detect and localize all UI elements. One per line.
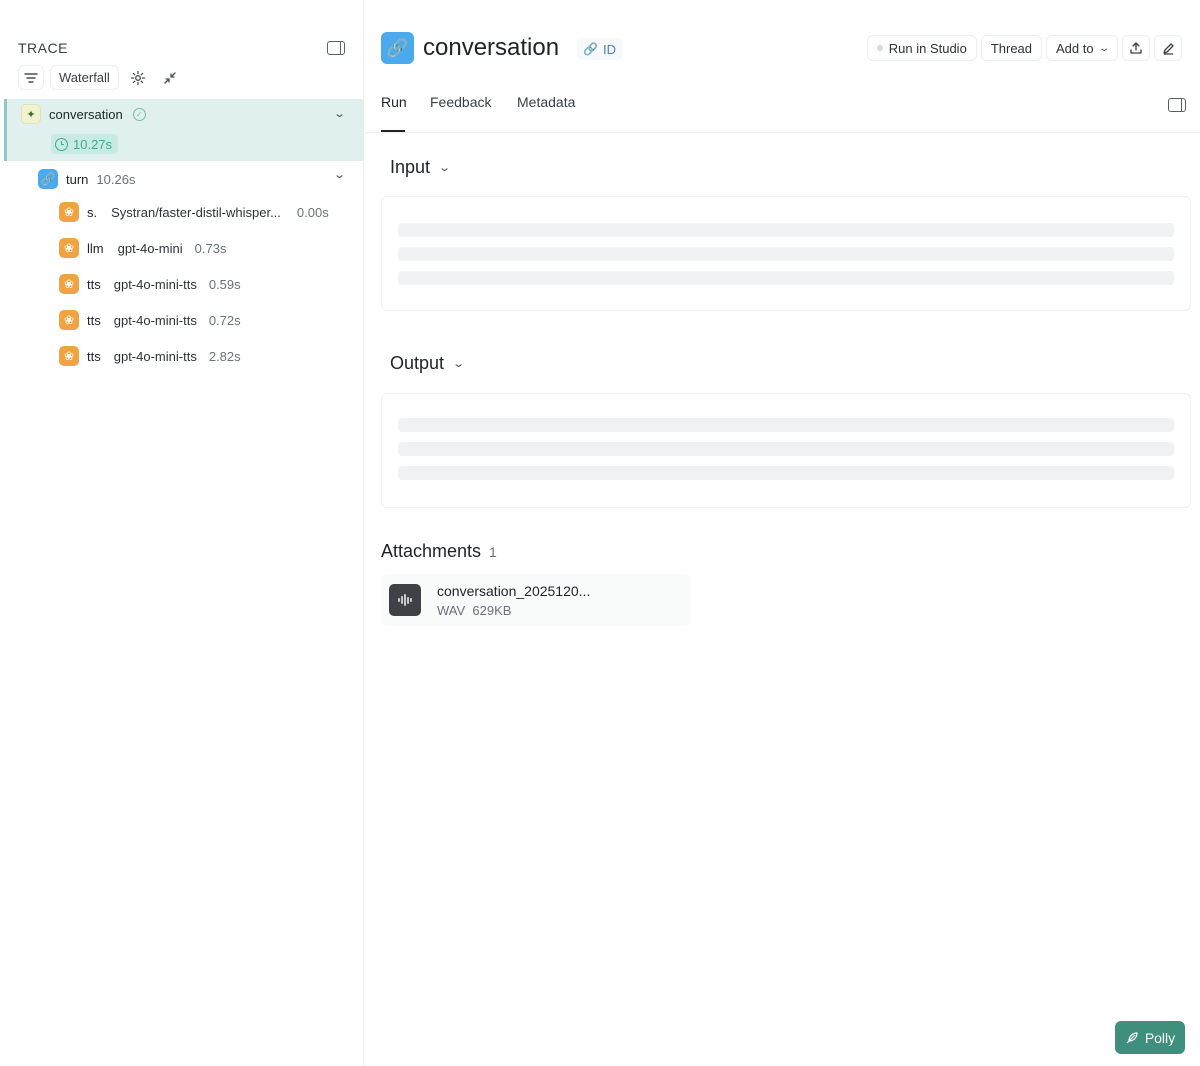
tree-node-child[interactable]: ❀ s. Systran/faster-distil-whisper... 0.… [4,201,364,223]
skeleton-line [398,223,1174,237]
toggle-sidebar-icon[interactable] [1168,98,1186,112]
chain-link-icon: 🔗 [381,32,414,64]
tree-node-latency: 2.82s [208,348,241,364]
output-heading: Output [390,353,445,373]
copy-id-button[interactable]: 🔗 ID [577,38,622,60]
skeleton-line [398,271,1174,285]
header-actions: Run in Studio Thread Add to ⌄ [866,35,1182,61]
chain-link-icon: 🔗 [38,169,58,189]
audio-waveform-icon [389,584,421,616]
model-run-icon: ❀ [59,346,79,366]
pencil-icon [1162,42,1174,55]
model-run-icon: ❀ [59,310,79,330]
clock-icon [55,137,68,151]
run-in-studio-button[interactable]: Run in Studio [866,35,977,61]
tree-node-type: llm [87,240,104,256]
input-loading-card [381,196,1191,311]
run-tabs: Run Feedback Metadata [365,84,1200,133]
trace-panel: TRACE Waterfall ✦ conversation ✓ ⌄ 10.27… [4,0,364,1066]
skeleton-line [398,418,1174,432]
skeleton-line [398,247,1174,261]
tab-metadata[interactable]: Metadata [517,94,575,110]
filter-button[interactable] [18,65,44,90]
run-title: conversation [423,34,560,61]
attachments-title: Attachments [381,541,482,561]
input-heading: Input [390,157,431,177]
tree-node-latency: 0.72s [208,312,241,328]
model-run-icon: ❀ [59,274,79,294]
chevron-down-icon[interactable]: ⌄ [333,107,346,120]
run-detail-panel: 🔗 conversation 🔗 ID Run in Studio Thread… [365,0,1200,1066]
tree-node-child[interactable]: ❀ tts gpt-4o-mini-tts 0.59s [4,273,364,295]
tree-node-child[interactable]: ❀ tts gpt-4o-mini-tts 2.82s [4,345,364,367]
trace-title: TRACE [18,40,68,56]
model-run-icon: ❀ [59,238,79,258]
tree-node-model: Systran/faster-distil-whisper... [111,204,281,220]
tree-node-latency: 10.26s [96,171,136,187]
add-to-label: Add to [1056,40,1094,56]
gear-icon [130,70,145,85]
chevron-down-icon: ⌄ [438,162,452,174]
tree-node-latency: 0.59s [208,276,241,292]
attachment-file-type: WAV [437,603,466,618]
tree-node-model: gpt-4o-mini-tts [113,348,197,364]
collapse-arrows-icon [164,71,176,84]
add-to-button[interactable]: Add to ⌄ [1046,35,1118,61]
attachment-file-size: 629KB [472,603,512,618]
tree-node-label: conversation [49,106,123,122]
share-button[interactable] [1122,35,1150,61]
root-run-icon: ✦ [21,104,41,124]
link-icon: 🔗 [583,42,598,56]
tab-feedback[interactable]: Feedback [430,94,491,110]
tab-run[interactable]: Run [381,94,407,110]
attachments-heading: Attachments 1 [381,541,497,562]
filter-icon [24,72,38,83]
tree-node-conversation[interactable]: ✦ conversation ✓ ⌄ 10.27s [4,99,364,161]
view-mode-button[interactable]: Waterfall [50,65,119,90]
attachments-count: 1 [489,544,497,560]
tree-node-child[interactable]: ❀ llm gpt-4o-mini 0.73s [4,237,364,259]
output-loading-card [381,393,1191,508]
latency-value: 10.27s [73,136,113,152]
tree-node-label: turn [66,171,89,187]
check-circle-icon: ✓ [132,107,146,121]
thread-button[interactable]: Thread [980,35,1043,61]
polly-label: Polly [1144,1029,1176,1046]
attachment-file-name: conversation_2025120... [437,583,591,599]
output-section-toggle[interactable]: Output ⌄ [390,353,466,374]
status-dot-icon [876,45,883,51]
tree-node-turn[interactable]: 🔗 turn 10.26s ⌄ [4,168,364,190]
tree-node-model: gpt-4o-mini-tts [113,276,197,292]
tree-node-type: tts [87,276,101,292]
run-in-studio-label: Run in Studio [888,40,967,56]
tree-node-type: s. [87,204,98,220]
skeleton-line [398,442,1174,456]
attachment-card[interactable]: conversation_2025120... WAV 629KB [381,574,691,626]
settings-button[interactable] [124,65,151,90]
latency-badge: 10.27s [51,134,119,154]
tree-node-latency: 0.00s [296,204,329,220]
collapse-all-button[interactable] [156,65,183,90]
tree-node-model: gpt-4o-mini [117,240,183,256]
tree-node-type: tts [87,312,101,328]
chevron-down-icon[interactable]: ⌄ [333,168,346,181]
skeleton-line [398,466,1174,480]
edit-button[interactable] [1154,35,1182,61]
input-section-toggle[interactable]: Input ⌄ [390,157,452,178]
tree-node-latency: 0.73s [194,240,227,256]
tree-node-child[interactable]: ❀ tts gpt-4o-mini-tts 0.72s [4,309,364,331]
id-label: ID [602,41,616,57]
upload-icon [1130,42,1142,54]
model-run-icon: ❀ [59,202,79,222]
attachment-meta: WAV 629KB [437,603,511,618]
trace-toolbar: Waterfall [18,65,183,90]
collapse-panel-icon[interactable] [327,41,345,55]
tree-node-type: tts [87,348,101,364]
chevron-down-icon: ⌄ [1097,42,1110,54]
polly-assistant-button[interactable]: Polly [1115,1021,1185,1054]
tree-node-model: gpt-4o-mini-tts [113,312,197,328]
chevron-down-icon: ⌄ [452,358,466,370]
active-tab-indicator [381,130,405,132]
feather-icon [1126,1031,1138,1043]
